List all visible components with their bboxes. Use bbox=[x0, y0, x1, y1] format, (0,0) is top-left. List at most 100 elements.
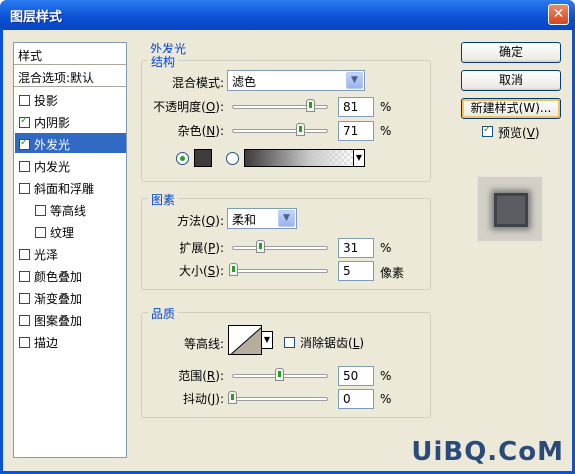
glow-color-swatch[interactable] bbox=[194, 149, 212, 167]
anti-aliased-checkbox[interactable] bbox=[284, 337, 295, 348]
style-item-checkbox[interactable] bbox=[19, 315, 30, 326]
anti-aliased-label: 消除锯齿(L) bbox=[300, 336, 365, 350]
style-item-checkbox[interactable] bbox=[35, 205, 46, 216]
style-item[interactable]: 等高线 bbox=[15, 199, 126, 219]
range-field[interactable]: 50 bbox=[338, 366, 374, 386]
style-item-checkbox[interactable] bbox=[19, 271, 30, 282]
jitter-field[interactable]: 0 bbox=[338, 389, 374, 409]
style-item[interactable]: 内阴影 bbox=[15, 111, 126, 131]
style-item[interactable]: 外发光 bbox=[15, 133, 126, 153]
noise-label: 杂色(N): bbox=[177, 124, 224, 138]
contour-curve-icon bbox=[230, 327, 261, 354]
style-item-checkbox[interactable] bbox=[35, 227, 46, 238]
quality-group: 品质 等高线: ▼ 消除锯齿(L) 范围(R): 50 % 抖动(J): 0 % bbox=[141, 305, 431, 418]
structure-legend: 结构 bbox=[148, 53, 179, 70]
preview-thumbnail bbox=[494, 193, 528, 227]
technique-select[interactable]: 柔和 ▼ bbox=[227, 208, 297, 229]
elements-group: 图素 方法(Q): 柔和 ▼ 扩展(P): 31 % 大小(S): 5 像素 bbox=[141, 191, 431, 290]
style-item-checkbox[interactable] bbox=[19, 249, 30, 260]
size-slider[interactable] bbox=[232, 269, 328, 273]
style-item[interactable]: 投影 bbox=[15, 89, 126, 109]
chevron-down-icon: ▼ bbox=[346, 72, 363, 89]
jitter-unit: % bbox=[380, 392, 392, 406]
size-unit: 像素 bbox=[380, 266, 405, 280]
contour-picker[interactable] bbox=[228, 325, 262, 355]
blend-mode-value: 滤色 bbox=[232, 75, 257, 89]
glow-gradient-swatch[interactable] bbox=[244, 149, 354, 167]
noise-field[interactable]: 71 bbox=[338, 121, 374, 141]
style-item-label: 描边 bbox=[34, 336, 59, 350]
close-button[interactable]: ✕ bbox=[548, 4, 569, 25]
spread-slider-thumb[interactable] bbox=[256, 240, 265, 253]
style-item-checkbox[interactable] bbox=[19, 161, 30, 172]
cancel-button[interactable]: 取消 bbox=[461, 70, 561, 91]
preview-label: 预览(V) bbox=[498, 126, 540, 140]
noise-unit: % bbox=[380, 124, 392, 138]
quality-legend: 品质 bbox=[148, 305, 179, 322]
blend-mode-label: 混合模式: bbox=[171, 76, 224, 90]
style-item[interactable]: 描边 bbox=[15, 331, 126, 351]
style-item[interactable]: 颜色叠加 bbox=[15, 265, 126, 285]
layer-style-dialog: 图层样式 ✕ 样式 混合选项:默认 投影内阴影外发光内发光斜面和浮雕等高线纹理光… bbox=[0, 0, 575, 474]
blend-mode-select[interactable]: 滤色 ▼ bbox=[227, 70, 365, 91]
jitter-slider-thumb[interactable] bbox=[228, 391, 237, 404]
title-bar[interactable]: 图层样式 ✕ bbox=[0, 0, 575, 30]
style-item[interactable]: 内发光 bbox=[15, 155, 126, 175]
spread-label: 扩展(P): bbox=[179, 241, 224, 255]
opacity-field[interactable]: 81 bbox=[338, 97, 374, 117]
style-item-checkbox[interactable] bbox=[19, 95, 30, 106]
blending-options-item[interactable]: 混合选项:默认 bbox=[14, 65, 126, 87]
preview-checkbox[interactable] bbox=[482, 124, 493, 137]
style-item-checkbox[interactable] bbox=[19, 337, 30, 348]
dialog-client: 样式 混合选项:默认 投影内阴影外发光内发光斜面和浮雕等高线纹理光泽颜色叠加渐变… bbox=[3, 30, 572, 471]
noise-slider[interactable] bbox=[232, 129, 328, 133]
style-item[interactable]: 图案叠加 bbox=[15, 309, 126, 329]
style-item-checkbox[interactable] bbox=[19, 115, 30, 128]
technique-value: 柔和 bbox=[232, 213, 257, 227]
watermark-logo: UiBQ.CoM bbox=[411, 437, 564, 467]
style-item-label: 外发光 bbox=[34, 138, 71, 152]
style-item-label: 渐变叠加 bbox=[34, 292, 83, 306]
spread-field[interactable]: 31 bbox=[338, 238, 374, 258]
style-preview bbox=[477, 176, 543, 242]
size-slider-thumb[interactable] bbox=[229, 263, 238, 276]
ok-button[interactable]: 确定 bbox=[461, 42, 561, 63]
style-item-label: 光泽 bbox=[34, 248, 59, 262]
range-unit: % bbox=[380, 369, 392, 383]
opacity-label: 不透明度(O): bbox=[153, 100, 224, 114]
range-label: 范围(R): bbox=[178, 369, 224, 383]
solid-color-radio[interactable] bbox=[176, 152, 189, 165]
new-style-button[interactable]: 新建样式(W)... bbox=[461, 98, 561, 119]
size-field[interactable]: 5 bbox=[338, 261, 374, 281]
style-item-label: 斜面和浮雕 bbox=[34, 182, 95, 196]
style-item-label: 内发光 bbox=[34, 160, 71, 174]
gradient-picker-arrow-icon[interactable]: ▼ bbox=[353, 149, 365, 167]
style-item-checkbox[interactable] bbox=[19, 183, 30, 194]
style-item-label: 颜色叠加 bbox=[34, 270, 83, 284]
styles-header[interactable]: 样式 bbox=[14, 43, 126, 65]
range-slider-thumb[interactable] bbox=[275, 368, 284, 381]
style-item-label: 图案叠加 bbox=[34, 314, 83, 328]
noise-slider-thumb[interactable] bbox=[296, 123, 305, 136]
contour-picker-arrow-icon[interactable]: ▼ bbox=[261, 331, 273, 349]
style-item[interactable]: 斜面和浮雕 bbox=[15, 177, 126, 197]
jitter-slider[interactable] bbox=[232, 397, 328, 401]
style-item[interactable]: 渐变叠加 bbox=[15, 287, 126, 307]
chevron-down-icon: ▼ bbox=[278, 210, 295, 227]
outer-glow-panel: 外发光 结构 混合模式: 滤色 ▼ 不透明度(O): 81 % 杂色(N): 7… bbox=[133, 40, 443, 456]
style-item-checkbox[interactable] bbox=[19, 137, 30, 150]
style-list: 样式 混合选项:默认 投影内阴影外发光内发光斜面和浮雕等高线纹理光泽颜色叠加渐变… bbox=[13, 42, 127, 458]
style-item-checkbox[interactable] bbox=[19, 293, 30, 304]
elements-legend: 图素 bbox=[148, 191, 179, 208]
style-item-label: 纹理 bbox=[50, 226, 75, 240]
spread-slider[interactable] bbox=[232, 246, 328, 250]
style-item[interactable]: 纹理 bbox=[15, 221, 126, 241]
opacity-slider-thumb[interactable] bbox=[306, 99, 315, 112]
jitter-label: 抖动(J): bbox=[183, 392, 224, 406]
size-label: 大小(S): bbox=[178, 264, 224, 278]
window-title: 图层样式 bbox=[10, 10, 63, 25]
technique-label: 方法(Q): bbox=[177, 214, 224, 228]
gradient-radio[interactable] bbox=[226, 152, 239, 165]
style-item[interactable]: 光泽 bbox=[15, 243, 126, 263]
style-item-label: 等高线 bbox=[50, 204, 87, 218]
